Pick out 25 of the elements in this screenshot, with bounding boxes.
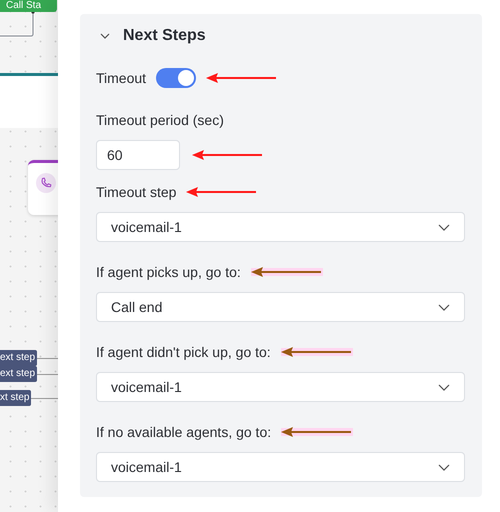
field-label: If agent picks up, go to: [96, 264, 241, 280]
dropdown[interactable]: voicemail-1 [96, 452, 465, 482]
chevron-icon [438, 304, 450, 310]
field-label: If no available agents, go to: [96, 424, 272, 440]
chevron-icon [438, 224, 450, 230]
field-label: Timeout [96, 70, 146, 86]
field-label: If agent didn't pick up, go to: [96, 344, 271, 360]
node-card[interactable] [28, 160, 58, 215]
dropdown[interactable]: voicemail-1 [96, 212, 465, 242]
chevron-icon [438, 464, 450, 470]
step-tag[interactable]: ext step [0, 366, 38, 382]
dropdown[interactable]: voicemail-1 [96, 372, 465, 402]
field-label: Timeout step [96, 184, 176, 200]
number-field[interactable]: 60 [96, 140, 180, 170]
field-label: Timeout period (sec) [96, 112, 224, 128]
connector-line [30, 398, 58, 399]
chevron-icon [438, 384, 450, 390]
step-tag[interactable]: xt step [0, 390, 32, 406]
dropdown[interactable]: Call end [96, 292, 465, 322]
section-title: Next Steps [123, 27, 206, 45]
connector-line [0, 73, 58, 76]
step-tag[interactable]: ext step [0, 350, 38, 366]
chevron-icon[interactable] [100, 33, 110, 39]
toggle-switch[interactable] [156, 68, 196, 88]
phone-icon [36, 173, 56, 193]
